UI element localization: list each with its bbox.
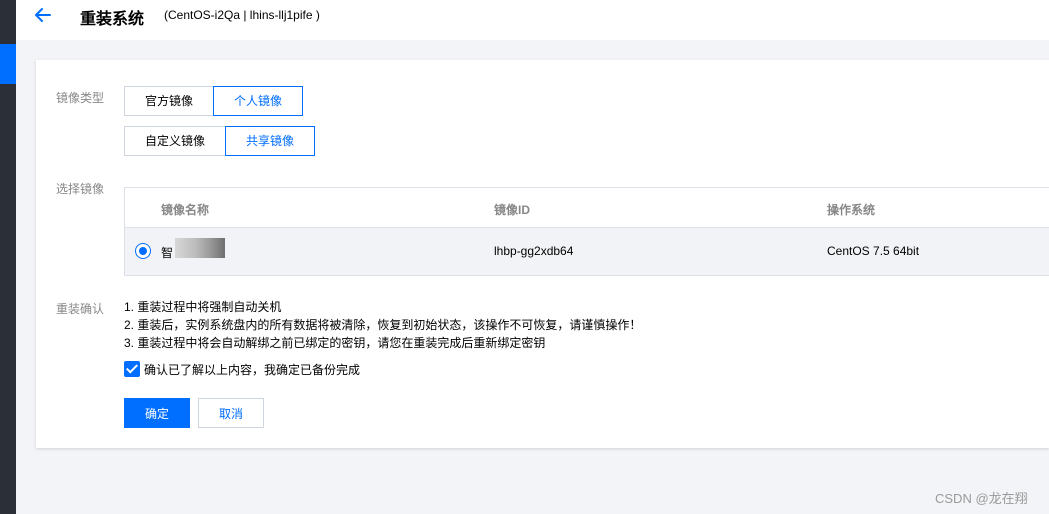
confirm-button[interactable]: 确定 [124,398,190,428]
left-rail [0,0,16,514]
page-subtitle: (CentOS-i2Qa | lhins-llj1pife ) [164,8,320,22]
column-header-os: 操作系统 [827,203,876,217]
column-header-image-id: 镜像ID [494,203,531,217]
watermark: CSDN @龙在翔 [935,491,1028,506]
note-line: 1. 重装过程中将强制自动关机 [124,300,282,314]
reinstall-panel: 镜像类型 官方镜像 个人镜像 自定义镜像 共享镜像 选择镜像 镜像名称 镜像ID… [36,60,1049,448]
top-bar: 重装系统 (CentOS-i2Qa | lhins-llj1pife ) [16,0,1049,40]
table-header: 镜像名称 镜像ID 操作系统 [125,188,1049,228]
tab-shared-image[interactable]: 共享镜像 [225,126,315,156]
confirm-label: 重装确认 [56,302,105,316]
column-header-image-name: 镜像名称 [161,203,210,217]
table-row[interactable]: 智 lhbp-gg2xdb64 CentOS 7.5 64bit [125,228,1049,275]
image-type-label: 镜像类型 [56,91,105,105]
tab-personal-image[interactable]: 个人镜像 [213,86,303,116]
redacted-name-blur [175,238,225,258]
arrow-left-icon [35,8,51,22]
acknowledge-label[interactable]: 确认已了解以上内容，我确定已备份完成 [144,361,360,378]
tab-official-image[interactable]: 官方镜像 [124,86,214,116]
image-name-cell: 智 [161,246,174,260]
note-line: 3. 重装过程中将会自动解绑之前已绑定的密钥，请您在重装完成后重新绑定密钥 [124,336,546,350]
page-title: 重装系统 [80,11,145,28]
image-table: 镜像名称 镜像ID 操作系统 智 lhbp-gg2xdb64 CentOS 7.… [124,187,1049,276]
select-image-label: 选择镜像 [56,182,105,196]
rail-active-indicator [0,44,16,84]
image-id-cell: lhbp-gg2xdb64 [494,244,574,258]
cancel-button[interactable]: 取消 [198,398,264,428]
confirm-notes: 1. 重装过程中将强制自动关机 2. 重装后，实例系统盘内的所有数据将被清除，恢… [124,298,641,352]
note-line: 2. 重装后，实例系统盘内的所有数据将被清除，恢复到初始状态，该操作不可恢复，请… [124,318,642,332]
back-button[interactable] [32,4,54,26]
tab-custom-image[interactable]: 自定义镜像 [124,126,226,156]
acknowledge-checkbox[interactable] [124,361,140,377]
os-cell: CentOS 7.5 64bit [827,244,920,258]
image-radio[interactable] [135,243,151,259]
